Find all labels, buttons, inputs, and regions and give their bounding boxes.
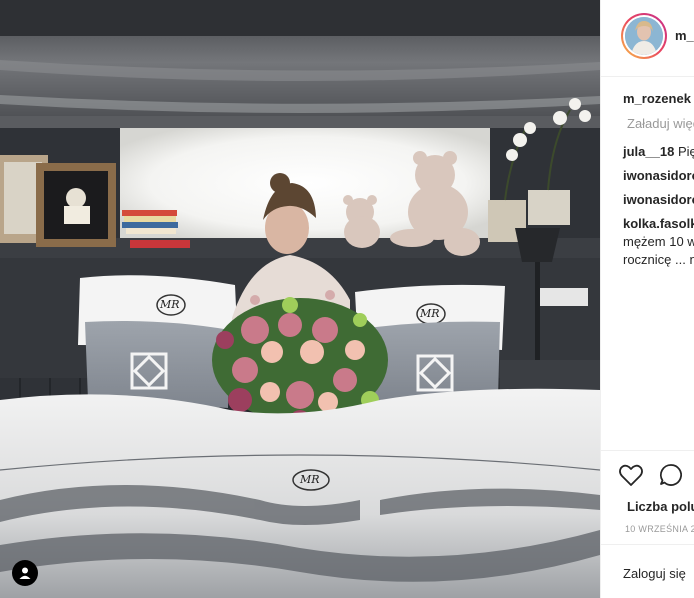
comments-list: m_rozenek Załaduj więcej komentarzy jula… <box>623 90 694 269</box>
comment-row: kolka.fasolka mężem 10 w rocznicę ... n <box>623 215 694 269</box>
comment-row: iwonasidoro <box>623 167 694 185</box>
post-sidebar: m_ m_rozenek Załaduj więcej komentarzy j… <box>600 0 694 598</box>
duvet-monogram: MR <box>300 473 320 486</box>
avatar-image <box>625 17 663 55</box>
comment-username-link[interactable]: iwonasidoro <box>623 192 694 207</box>
comment-username-link[interactable]: kolka.fasolka <box>623 215 694 233</box>
comment-username-link[interactable]: iwonasidoro <box>623 168 694 183</box>
comment-row: jula__18 Pię <box>623 143 694 161</box>
comment-text: Pię <box>677 144 694 159</box>
login-bar: Zaloguj się <box>601 544 694 598</box>
user-tag-button[interactable] <box>12 560 38 586</box>
post-actions <box>601 450 694 499</box>
login-link[interactable]: Zaloguj się <box>623 566 686 581</box>
comment-username-link[interactable]: jula__18 <box>623 144 674 159</box>
caption-username-link[interactable]: m_rozenek <box>623 90 694 108</box>
pillow-monogram-right: MR <box>420 307 440 320</box>
post-header: m_ <box>601 0 694 77</box>
comment-row: iwonasidoro <box>623 191 694 209</box>
post-photo[interactable]: MR MR MR <box>0 0 600 598</box>
comment-bubble-icon[interactable] <box>657 461 685 489</box>
user-tag-icon <box>19 567 31 579</box>
instagram-post: MR MR MR m_ m_rozenek Załaduj wię jula__… <box>0 0 694 598</box>
header-username-link[interactable]: m_ <box>675 28 694 43</box>
pillow-monogram-left: MR <box>160 298 180 311</box>
comment-text-line: rocznicę ... n <box>623 252 694 267</box>
comment-text-line: mężem 10 w <box>623 234 694 249</box>
heart-icon[interactable] <box>617 461 645 489</box>
likes-count[interactable]: Liczba polu <box>627 499 694 514</box>
avatar[interactable] <box>621 13 667 59</box>
load-more-comments-button[interactable]: Załaduj więcej komentarzy <box>627 115 694 133</box>
post-date[interactable]: 10 WRZEŚNIA 20 <box>625 524 694 534</box>
bedroom-photo <box>0 0 600 598</box>
